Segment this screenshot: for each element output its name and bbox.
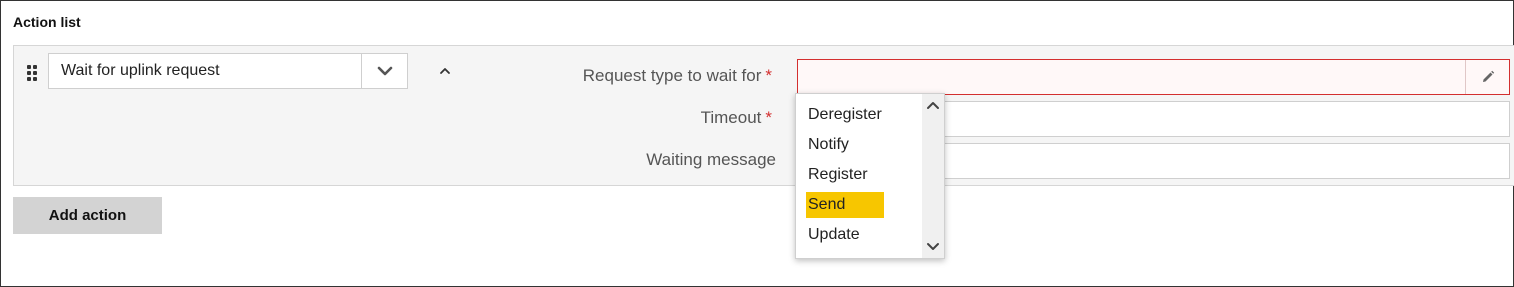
request-type-label-text: Request type to wait for [582, 66, 762, 85]
dropdown-option-send[interactable]: Send [806, 192, 884, 218]
add-action-button[interactable]: Add action [13, 197, 162, 234]
section-title: Action list [13, 14, 81, 30]
dropdown-option-notify[interactable]: Notify [806, 132, 884, 158]
action-type-value: Wait for uplink request [61, 62, 220, 79]
chevron-down-icon[interactable] [361, 54, 407, 88]
action-item-panel: Wait for uplink request Request type to … [13, 45, 1514, 186]
action-list-container: Action list Wait for uplink request Requ… [0, 0, 1514, 287]
dropdown-option-register[interactable]: Register [806, 162, 884, 188]
required-mark: * [765, 108, 772, 127]
required-mark: * [765, 66, 772, 85]
chevron-down-icon[interactable] [925, 240, 941, 254]
waiting-message-label: Waiting message [646, 150, 776, 169]
dropdown-option-update[interactable]: Update [806, 222, 884, 248]
drag-handle-icon[interactable] [27, 65, 37, 81]
timeout-label-text: Timeout [700, 108, 762, 127]
dropdown-scrollbar[interactable] [922, 94, 944, 258]
action-type-select[interactable]: Wait for uplink request [48, 53, 408, 89]
chevron-up-icon[interactable] [925, 98, 941, 112]
request-type-input[interactable] [797, 59, 1510, 95]
request-type-label: Request type to wait for * [494, 66, 772, 86]
dropdown-options: Deregister Notify Register Send Update [796, 94, 924, 252]
pencil-icon[interactable] [1465, 60, 1509, 94]
timeout-label: Timeout * [494, 108, 772, 128]
chevron-up-icon[interactable] [436, 62, 454, 80]
dropdown-option-deregister[interactable]: Deregister [806, 102, 884, 128]
request-type-dropdown: Deregister Notify Register Send Update [795, 93, 945, 259]
